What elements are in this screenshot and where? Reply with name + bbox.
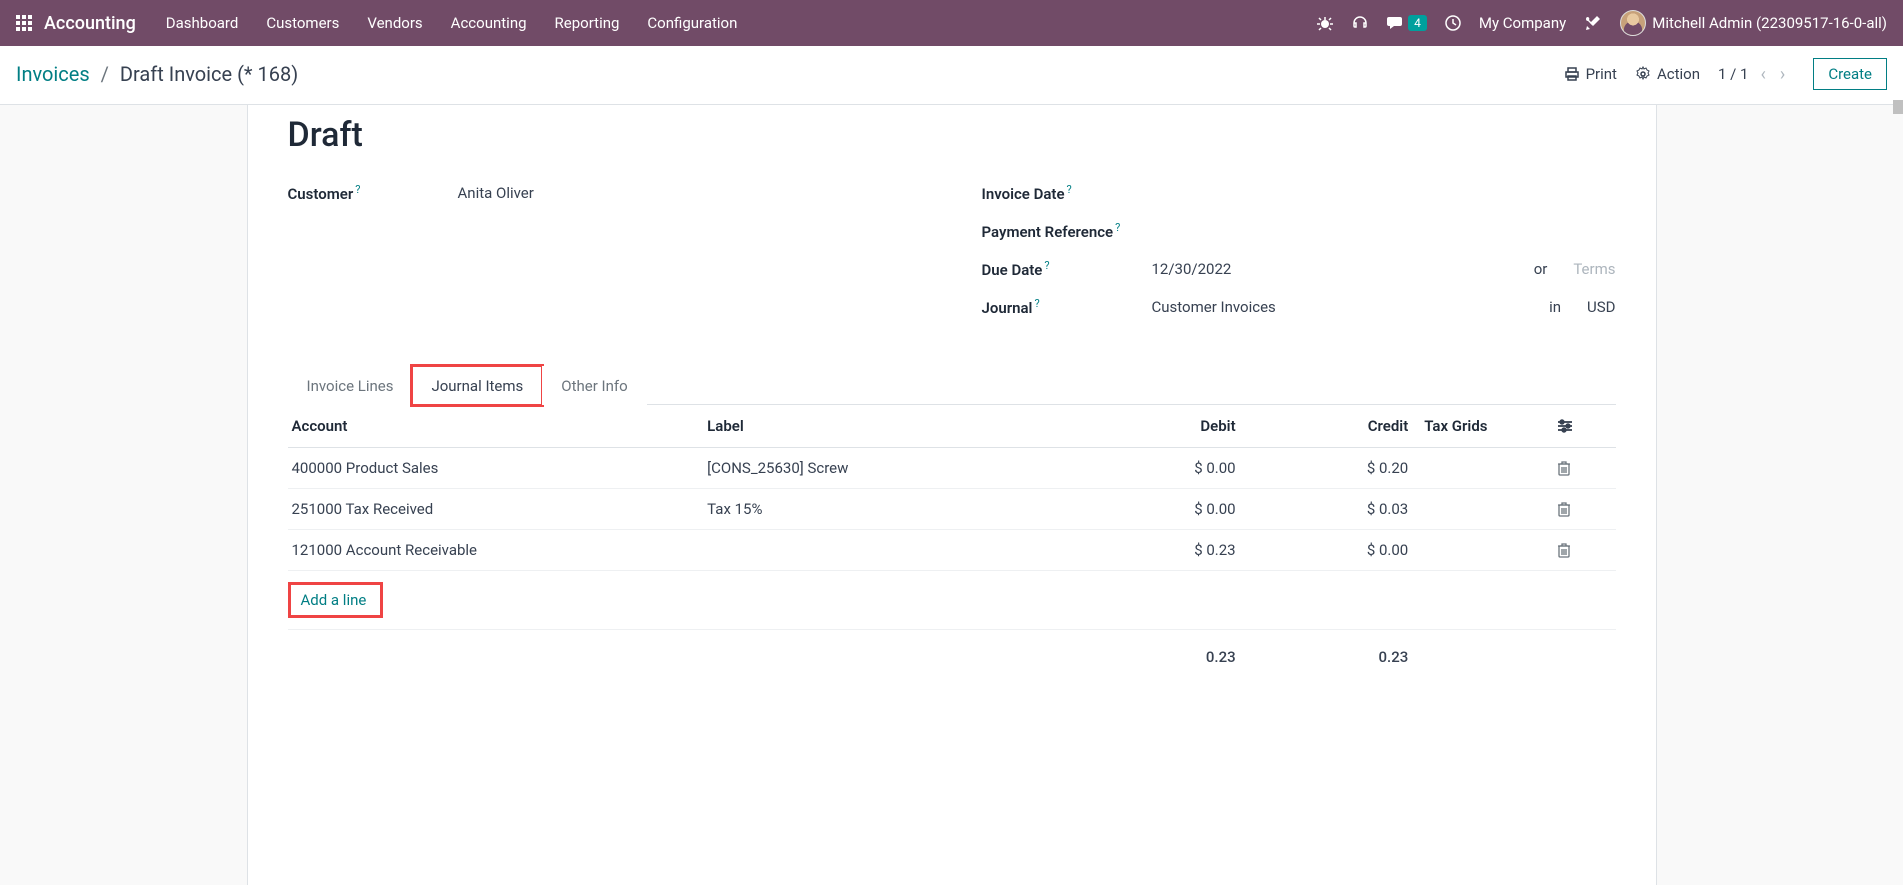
form-left-col: Customer? Anita Oliver xyxy=(288,183,922,335)
add-line-row: Add a line xyxy=(288,571,1616,630)
journal-table: Account Label Debit Credit Tax Grids 400… xyxy=(288,405,1616,677)
user-name: Mitchell Admin (22309517-16-0-all) xyxy=(1652,14,1887,32)
apps-icon[interactable] xyxy=(8,15,40,31)
cell-taxgrid[interactable] xyxy=(1416,448,1549,489)
pager-value[interactable]: 1 / 1 xyxy=(1718,65,1749,83)
gear-icon xyxy=(1635,66,1651,82)
breadcrumb-current: Draft Invoice (* 168) xyxy=(120,62,298,86)
cell-account[interactable]: 121000 Account Receivable xyxy=(288,530,700,571)
delete-row-icon[interactable] xyxy=(1557,542,1607,558)
th-debit[interactable]: Debit xyxy=(1071,405,1244,448)
nav-vendors[interactable]: Vendors xyxy=(353,14,436,32)
nav-configuration[interactable]: Configuration xyxy=(633,14,751,32)
clock-icon[interactable] xyxy=(1445,15,1461,31)
columns-settings-icon[interactable] xyxy=(1557,419,1607,433)
cell-label[interactable]: [CONS_25630] Screw xyxy=(699,448,1071,489)
chat-icon[interactable]: 4 xyxy=(1387,15,1427,31)
nav-accounting[interactable]: Accounting xyxy=(437,14,541,32)
payment-ref-label: Payment Reference? xyxy=(982,221,1152,241)
company-switcher[interactable]: My Company xyxy=(1479,14,1566,32)
cell-credit[interactable]: $ 0.20 xyxy=(1244,448,1417,489)
avatar xyxy=(1620,10,1646,36)
tabs: Invoice Lines Journal Items Other Info xyxy=(288,365,1616,405)
cell-credit[interactable]: $ 0.03 xyxy=(1244,489,1417,530)
totals-row: 0.23 0.23 xyxy=(288,630,1616,678)
delete-row-icon[interactable] xyxy=(1557,501,1607,517)
journal-value[interactable]: Customer Invoices xyxy=(1152,298,1276,316)
cell-credit[interactable]: $ 0.00 xyxy=(1244,530,1417,571)
nav-dashboard[interactable]: Dashboard xyxy=(152,14,253,32)
user-menu[interactable]: Mitchell Admin (22309517-16-0-all) xyxy=(1620,10,1887,36)
tab-other-info[interactable]: Other Info xyxy=(542,366,646,405)
chat-badge: 4 xyxy=(1408,15,1427,31)
cell-taxgrid[interactable] xyxy=(1416,530,1549,571)
terms-field[interactable]: Terms xyxy=(1573,260,1615,278)
delete-row-icon[interactable] xyxy=(1557,460,1607,476)
tab-invoice-lines[interactable]: Invoice Lines xyxy=(288,366,413,405)
table-row[interactable]: 251000 Tax Received Tax 15% $ 0.00 $ 0.0… xyxy=(288,489,1616,530)
table-row[interactable]: 400000 Product Sales [CONS_25630] Screw … xyxy=(288,448,1616,489)
support-icon[interactable] xyxy=(1351,14,1369,32)
total-debit: 0.23 xyxy=(1071,630,1244,678)
journal-in: in xyxy=(1549,298,1561,316)
bug-icon[interactable] xyxy=(1317,15,1333,31)
th-account[interactable]: Account xyxy=(288,405,700,448)
cell-label[interactable] xyxy=(699,530,1071,571)
print-icon xyxy=(1564,66,1580,82)
invoice-date-label: Invoice Date? xyxy=(982,183,1152,203)
tools-icon[interactable] xyxy=(1584,14,1602,32)
customer-label: Customer? xyxy=(288,183,458,203)
journal-label: Journal? xyxy=(982,297,1152,317)
pager: 1 / 1 ‹ › xyxy=(1718,64,1787,85)
form-right-col: Invoice Date? Payment Reference? Due Dat… xyxy=(982,183,1616,335)
status-title: Draft xyxy=(288,115,1616,155)
due-date-value[interactable]: 12/30/2022 xyxy=(1152,260,1232,278)
pager-prev-icon[interactable]: ‹ xyxy=(1759,64,1768,85)
cell-debit[interactable]: $ 0.00 xyxy=(1071,489,1244,530)
breadcrumb: Invoices / Draft Invoice (* 168) xyxy=(16,62,298,86)
th-options[interactable] xyxy=(1549,405,1615,448)
table-row[interactable]: 121000 Account Receivable $ 0.23 $ 0.00 xyxy=(288,530,1616,571)
customer-value[interactable]: Anita Oliver xyxy=(458,184,922,202)
th-credit[interactable]: Credit xyxy=(1244,405,1417,448)
app-brand[interactable]: Accounting xyxy=(44,13,136,34)
currency-value[interactable]: USD xyxy=(1587,298,1615,316)
th-label[interactable]: Label xyxy=(699,405,1071,448)
action-button[interactable]: Action xyxy=(1635,65,1700,83)
navbar: Accounting Dashboard Customers Vendors A… xyxy=(0,0,1903,46)
cell-label[interactable]: Tax 15% xyxy=(699,489,1071,530)
cell-account[interactable]: 400000 Product Sales xyxy=(288,448,700,489)
navbar-right: 4 My Company Mitchell Admin (22309517-16… xyxy=(1317,10,1895,36)
add-line-link[interactable]: Add a line xyxy=(301,591,367,609)
due-date-label: Due Date? xyxy=(982,259,1152,279)
create-button[interactable]: Create xyxy=(1813,58,1887,90)
nav-customers[interactable]: Customers xyxy=(252,14,353,32)
form-sheet: Draft Customer? Anita Oliver Invoice Dat… xyxy=(247,105,1657,885)
nav-reporting[interactable]: Reporting xyxy=(541,14,634,32)
nav-menu: Dashboard Customers Vendors Accounting R… xyxy=(152,14,752,32)
print-button[interactable]: Print xyxy=(1564,65,1617,83)
th-taxgrids[interactable]: Tax Grids xyxy=(1416,405,1549,448)
breadcrumb-root[interactable]: Invoices xyxy=(16,62,90,86)
control-panel: Invoices / Draft Invoice (* 168) Print A… xyxy=(0,46,1903,105)
tab-journal-items[interactable]: Journal Items xyxy=(412,366,542,405)
cell-debit[interactable]: $ 0.23 xyxy=(1071,530,1244,571)
cell-taxgrid[interactable] xyxy=(1416,489,1549,530)
cell-account[interactable]: 251000 Tax Received xyxy=(288,489,700,530)
pager-next-icon[interactable]: › xyxy=(1778,64,1787,85)
total-credit: 0.23 xyxy=(1244,630,1417,678)
due-date-or: or xyxy=(1534,260,1548,278)
cell-debit[interactable]: $ 0.00 xyxy=(1071,448,1244,489)
scrollbar-thumb[interactable] xyxy=(1893,100,1903,114)
